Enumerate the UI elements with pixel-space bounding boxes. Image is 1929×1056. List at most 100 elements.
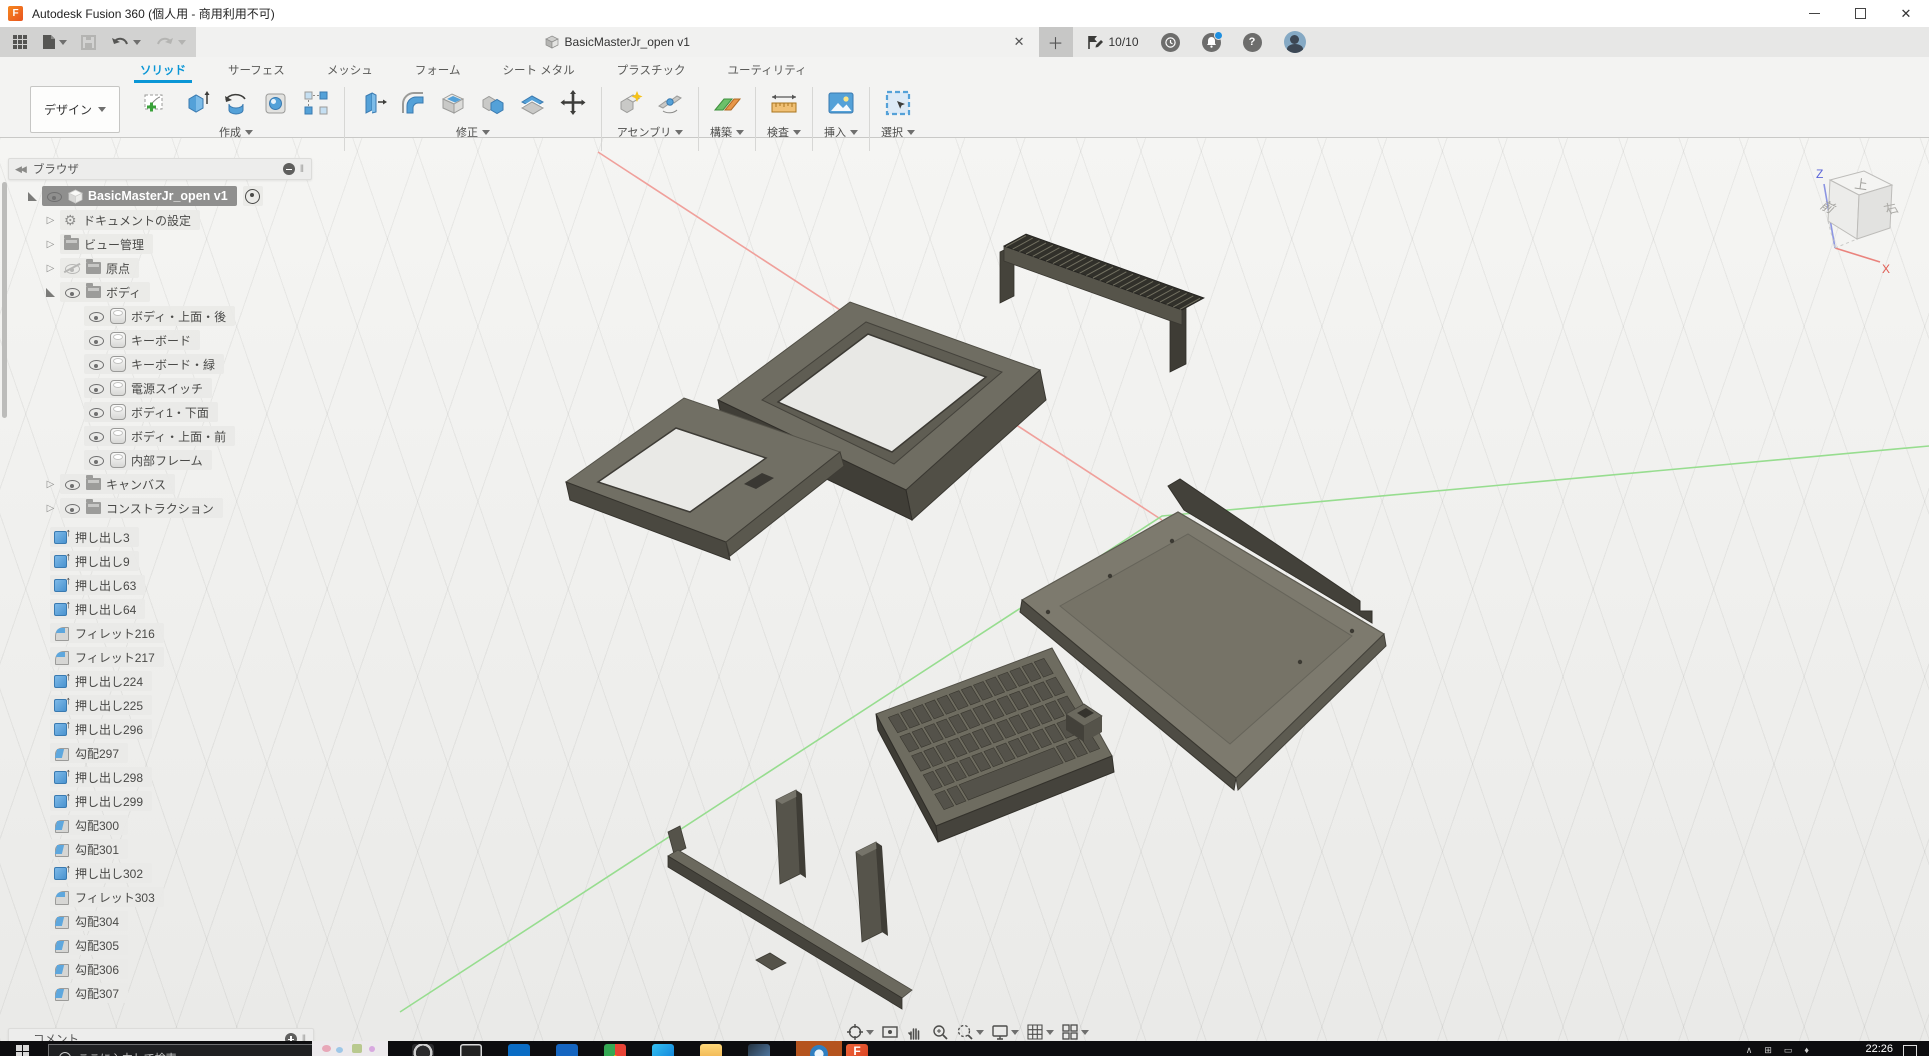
pan-button[interactable] <box>906 1023 924 1041</box>
taskbar-clock[interactable]: 22:26 <box>1865 1043 1893 1055</box>
split-button[interactable] <box>513 86 553 120</box>
feature-勾配304[interactable]: 勾配304 <box>8 909 312 933</box>
close-button[interactable]: ✕ <box>1883 0 1929 27</box>
user-avatar[interactable] <box>1284 31 1306 53</box>
tree-item-ビュー管理[interactable]: ▷ビュー管理 <box>8 232 312 256</box>
ribbon-tab-シート メタル[interactable]: シート メタル <box>498 62 578 78</box>
feature-chip[interactable]: 押し出し224 <box>50 671 152 691</box>
tree-item-ドキュメントの設定[interactable]: ▷⚙ドキュメントの設定 <box>8 208 312 232</box>
display-settings-dropdown-arrow[interactable] <box>1011 1030 1019 1035</box>
tree-item-コンストラクション[interactable]: ▷コンストラクション <box>8 496 312 520</box>
feature-勾配300[interactable]: 勾配300 <box>8 813 312 837</box>
visibility-eye-icon[interactable] <box>88 309 105 323</box>
feature-押し出し64[interactable]: 押し出し64 <box>8 597 312 621</box>
taskbar-icon-fusion-badge[interactable]: F <box>846 1044 868 1056</box>
ribbon-tab-プラスチック[interactable]: プラスチック <box>613 62 690 78</box>
tree-item-chip[interactable]: キャンバス <box>60 474 175 494</box>
browser-header[interactable]: ◀◀ ブラウザ ‖ <box>8 158 312 180</box>
visibility-eye-icon[interactable] <box>88 429 105 443</box>
maximize-button[interactable] <box>1837 0 1883 27</box>
feature-chip[interactable]: 勾配307 <box>50 983 128 1003</box>
shell-button[interactable] <box>433 86 473 120</box>
taskbar-icon-edge[interactable] <box>652 1044 674 1056</box>
tree-item-chip[interactable]: ボディ・上面・後 <box>84 306 235 326</box>
look-at-button[interactable] <box>881 1023 899 1041</box>
tree-item-chip[interactable]: コンストラクション <box>60 498 223 518</box>
visibility-eye-icon[interactable] <box>46 189 63 203</box>
new-component-button[interactable] <box>610 86 650 120</box>
tree-item-ボディ・上面・前[interactable]: ボディ・上面・前 <box>8 424 312 448</box>
feature-フィレット216[interactable]: フィレット216 <box>8 621 312 645</box>
job-status-button[interactable]: 10/10 <box>1087 34 1139 51</box>
feature-押し出し3[interactable]: 押し出し3 <box>8 525 312 549</box>
feature-chip[interactable]: 押し出し299 <box>50 791 152 811</box>
activate-component-radio[interactable] <box>243 186 263 206</box>
taskbar-icon-task-view[interactable] <box>460 1044 482 1056</box>
tree-item-原点[interactable]: ▷原点 <box>8 256 312 280</box>
tree-item-chip[interactable]: ボディ <box>60 282 150 302</box>
system-tray[interactable]: ∧⊞▭♦ <box>1746 1045 1809 1056</box>
press-pull-button[interactable] <box>353 86 393 120</box>
minimize-button[interactable] <box>1791 0 1837 27</box>
feature-chip[interactable]: 勾配297 <box>50 743 128 763</box>
app-grid-button[interactable] <box>12 34 28 50</box>
tree-item-chip[interactable]: 電源スイッチ <box>84 378 212 398</box>
browser-minimize-icon[interactable] <box>283 163 295 175</box>
construction-plane-button[interactable] <box>707 86 747 120</box>
fillet-button[interactable] <box>393 86 433 120</box>
tree-item-chip[interactable]: ボディ・上面・前 <box>84 426 235 446</box>
ribbon-group-label[interactable]: 検査 <box>767 124 801 140</box>
help-button[interactable]: ? <box>1243 33 1262 52</box>
visibility-eye-icon[interactable] <box>88 405 105 419</box>
visibility-eye-icon[interactable] <box>64 285 81 299</box>
feature-chip[interactable]: 押し出し63 <box>50 575 145 595</box>
visibility-off-icon[interactable] <box>64 261 81 275</box>
taskbar-icon-chrome[interactable] <box>604 1044 626 1056</box>
create-sketch-button[interactable] <box>136 86 176 120</box>
ribbon-group-label[interactable]: 挿入 <box>824 124 858 140</box>
insert-canvas-button[interactable] <box>821 86 861 120</box>
tree-item-ボディ1・下面[interactable]: ボディ1・下面 <box>8 400 312 424</box>
viewports-dropdown-arrow[interactable] <box>1081 1030 1089 1035</box>
feature-押し出し63[interactable]: 押し出し63 <box>8 573 312 597</box>
tree-item-内部フレーム[interactable]: 内部フレーム <box>8 448 312 472</box>
weather-widget[interactable] <box>312 1041 388 1056</box>
feature-勾配301[interactable]: 勾配301 <box>8 837 312 861</box>
hole-button[interactable] <box>256 86 296 120</box>
new-tab-button[interactable]: ＋ <box>1039 27 1073 57</box>
feature-chip[interactable]: 勾配301 <box>50 839 128 859</box>
feature-chip[interactable]: 押し出し296 <box>50 719 152 739</box>
ribbon-tab-サーフェス[interactable]: サーフェス <box>224 62 289 78</box>
recent-activity-button[interactable] <box>1161 33 1180 52</box>
ribbon-tab-フォーム[interactable]: フォーム <box>411 62 465 78</box>
feature-勾配297[interactable]: 勾配297 <box>8 741 312 765</box>
feature-chip[interactable]: 勾配306 <box>50 959 128 979</box>
expander-closed-icon[interactable]: ▷ <box>44 215 57 226</box>
ribbon-group-label[interactable]: アセンブリ <box>617 124 683 140</box>
ribbon-group-label[interactable]: 修正 <box>456 124 490 140</box>
feature-フィレット303[interactable]: フィレット303 <box>8 885 312 909</box>
combine-button[interactable] <box>473 86 513 120</box>
display-settings-button[interactable] <box>991 1023 1019 1041</box>
feature-chip[interactable]: 勾配305 <box>50 935 128 955</box>
expander-open-icon[interactable] <box>46 288 55 297</box>
panel-collapse-icon[interactable]: ◀◀ <box>15 164 25 175</box>
select-button[interactable] <box>878 86 918 120</box>
tree-item-chip[interactable]: 原点 <box>60 258 139 278</box>
undo-button[interactable] <box>110 35 141 50</box>
feature-chip[interactable]: 押し出し298 <box>50 767 152 787</box>
feature-chip[interactable]: フィレット303 <box>50 887 164 907</box>
ribbon-group-label[interactable]: 作成 <box>219 124 253 140</box>
viewports-button[interactable] <box>1061 1023 1089 1041</box>
workspace-selector[interactable]: デザイン <box>30 86 120 133</box>
visibility-eye-icon[interactable] <box>88 333 105 347</box>
feature-chip[interactable]: 押し出し9 <box>50 551 139 571</box>
taskbar-search-box[interactable]: ここに入力して検索 <box>48 1044 322 1056</box>
feature-押し出し225[interactable]: 押し出し225 <box>8 693 312 717</box>
feature-chip[interactable]: 勾配300 <box>50 815 128 835</box>
taskbar-icon-store[interactable] <box>508 1044 530 1056</box>
visibility-eye-icon[interactable] <box>88 381 105 395</box>
feature-chip[interactable]: 押し出し64 <box>50 599 145 619</box>
ribbon-group-label[interactable]: 選択 <box>881 124 915 140</box>
orbit-dropdown-arrow[interactable] <box>866 1030 874 1035</box>
